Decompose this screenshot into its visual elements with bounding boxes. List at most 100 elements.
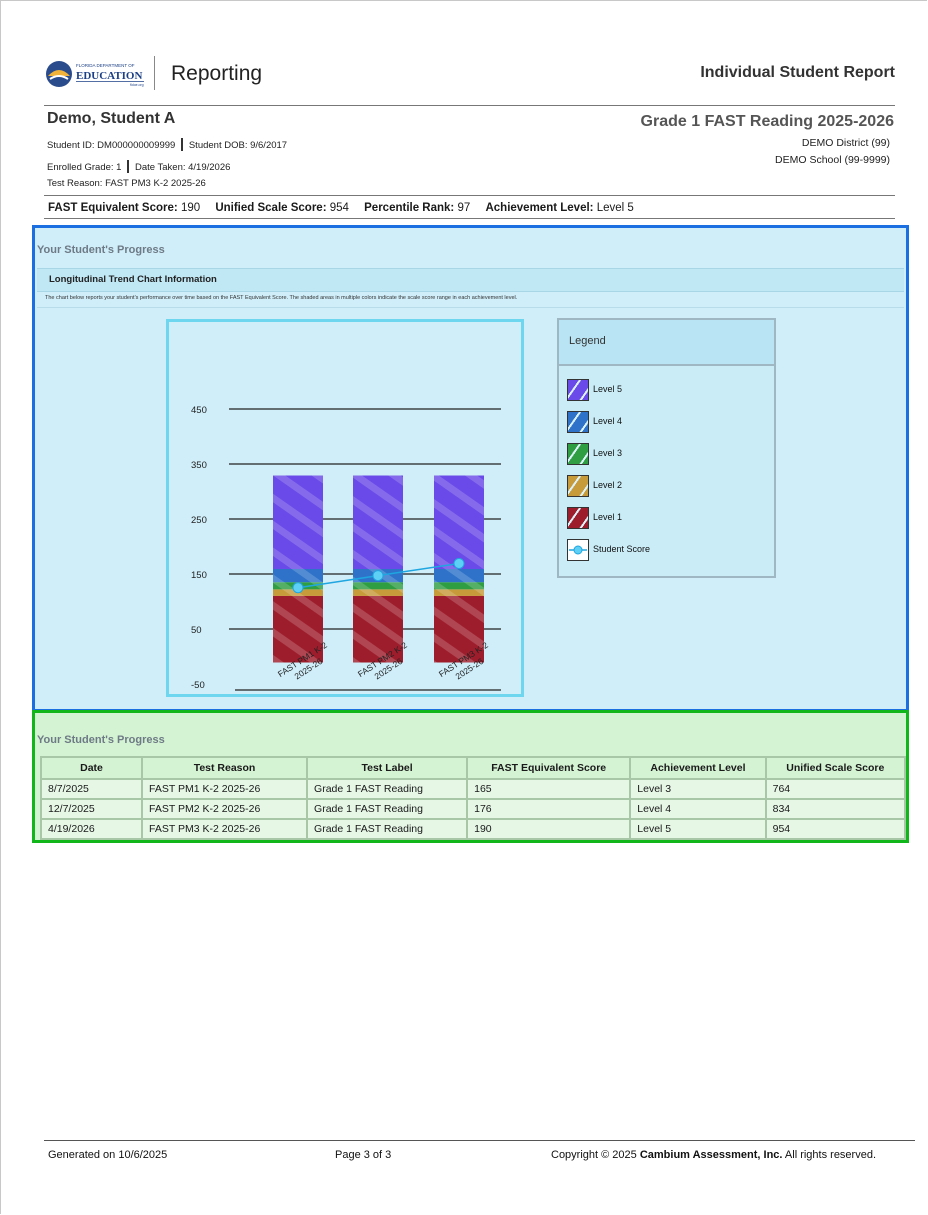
legend-swatch (567, 475, 589, 497)
cell-date: 4/19/2026 (39, 818, 144, 840)
legend-swatch (567, 411, 589, 433)
cell-date: 8/7/2025 (39, 778, 144, 800)
unified-score-value: 954 (329, 202, 349, 214)
legend-swatch (567, 379, 589, 401)
trend-chart-description: The chart below reports your student's p… (45, 295, 518, 301)
y-tick-label: 350 (191, 460, 207, 471)
trend-chart: 45035025015050-50FAST PM1 K-22025-26 FAST… (191, 405, 501, 691)
col-achievement-level: Achievement Level (629, 756, 767, 780)
progress-table-section: Your Student's Progress Date Test Reason… (32, 710, 909, 843)
table-row: 12/7/2025 FAST PM2 K-2 2025-26 Grade 1 F… (39, 798, 907, 820)
cell-test-reason: FAST PM3 K-2 2025-26 (141, 818, 309, 840)
logo-text-top: FLORIDA DEPARTMENT OF (76, 63, 135, 68)
divider (44, 195, 895, 196)
student-name: Demo, Student A (47, 110, 176, 127)
bar-hatch-overlay (273, 475, 323, 663)
legend-label: Level 3 (593, 448, 623, 458)
cell-fast-score: 190 (466, 818, 632, 840)
y-tick-label: 450 (191, 405, 207, 416)
unified-score-label: Unified Scale Score: (215, 202, 327, 214)
y-tick-label: 250 (191, 515, 207, 526)
table-header-row: Date Test Reason Test Label FAST Equival… (39, 756, 907, 780)
date-taken: Date Taken: 4/19/2026 (134, 162, 231, 173)
copyright-prefix: Copyright © 2025 (551, 1149, 640, 1161)
student-score-point (372, 570, 384, 582)
legend-label: Level 4 (593, 416, 623, 426)
divider (37, 307, 904, 308)
student-grade-line: Enrolled Grade: 1 Date Taken: 4/19/2026 (47, 160, 230, 173)
legend-label: Level 2 (593, 480, 623, 490)
progress-chart-section: Your Student's Progress Longitudinal Tre… (32, 225, 909, 712)
cell-test-reason: FAST PM1 K-2 2025-26 (141, 778, 309, 800)
y-tick-label: -50 (191, 680, 205, 691)
separator-bar (181, 138, 183, 151)
cell-test-label: Grade 1 FAST Reading (306, 778, 469, 800)
table-row: 8/7/2025 FAST PM1 K-2 2025-26 Grade 1 FA… (39, 778, 907, 800)
col-fast-score: FAST Equivalent Score (466, 756, 632, 780)
cell-achievement-level: Level 3 (629, 778, 767, 800)
logo-text-sub: fldoe.org (130, 83, 144, 87)
y-tick-label: 50 (191, 625, 202, 636)
cell-test-label: Grade 1 FAST Reading (306, 818, 469, 840)
legend-swatch (567, 507, 589, 529)
footer-divider (44, 1140, 915, 1141)
percentile-label: Percentile Rank: (364, 202, 455, 214)
fast-score-value: 190 (180, 202, 201, 214)
cell-fast-score: 165 (466, 778, 632, 800)
copyright: Copyright © 2025 Cambium Assessment, Inc… (551, 1149, 876, 1161)
chart-legend: Legend Level 5 Level 4 Level 3 Level 2 Level… (557, 318, 776, 578)
cell-date: 12/7/2025 (39, 798, 144, 820)
col-unified-score: Unified Scale Score (764, 756, 907, 780)
y-tick-label: 150 (191, 570, 207, 581)
score-summary: FAST Equivalent Score: 190 Unified Scale… (48, 202, 646, 214)
cell-achievement-level: Level 5 (629, 818, 767, 840)
legend-label: Level 5 (593, 384, 623, 394)
copyright-company: Cambium Assessment, Inc. (639, 1149, 783, 1161)
student-id-line: Student ID: DM000000009999 Student DOB: 9… (47, 138, 287, 151)
test-title: Grade 1 FAST Reading 2025-2026 (640, 113, 894, 130)
fldoe-logo: FLORIDA DEPARTMENT OF EDUCATION fldoe.or… (44, 58, 148, 90)
logo-text-main: EDUCATION (76, 70, 142, 82)
generated-date: Generated on 10/6/2025 (48, 1149, 168, 1161)
legend-swatch (567, 539, 589, 561)
report-header: FLORIDA DEPARTMENT OF EDUCATION fldoe.or… (44, 52, 895, 104)
legend-swatch (567, 443, 589, 465)
cell-test-reason: FAST PM2 K-2 2025-26 (141, 798, 309, 820)
app-title: Reporting (171, 62, 263, 85)
progress-table: Date Test Reason Test Label FAST Equival… (39, 756, 907, 840)
student-score-point (292, 582, 304, 594)
divider (44, 105, 895, 106)
trend-chart-info-title: Longitudinal Trend Chart Information (49, 274, 217, 285)
cell-achievement-level: Level 4 (629, 798, 767, 820)
achievement-label: Achievement Level: (485, 202, 594, 214)
report-title: Individual Student Report (700, 64, 895, 81)
bar-hatch-overlay (353, 475, 403, 663)
legend-title: Legend (569, 335, 606, 347)
cell-fast-score: 176 (466, 798, 632, 820)
legend-header: Legend (559, 320, 774, 366)
student-score-point (453, 558, 465, 569)
copyright-suffix: All rights reserved. (782, 1149, 877, 1161)
col-test-reason: Test Reason (141, 756, 309, 780)
trend-chart-frame: 450 350 250 150 50 -50 FAST PM1 K-22025-26 FAST… (166, 319, 524, 697)
cell-unified-score: 764 (764, 778, 907, 800)
separator-bar (127, 160, 129, 173)
school-name: DEMO School (99-9999) (775, 154, 890, 166)
logo-separator (154, 56, 155, 90)
cell-unified-score: 954 (764, 818, 907, 840)
test-reason: Test Reason: FAST PM3 K-2 2025-26 (47, 178, 206, 189)
progress-title: Your Student's Progress (37, 244, 165, 256)
col-date: Date (39, 756, 144, 780)
cell-unified-score: 834 (764, 798, 907, 820)
table-row: 4/19/2026 FAST PM3 K-2 2025-26 Grade 1 F… (39, 818, 907, 840)
legend-label: Level 1 (593, 512, 623, 522)
district-name: DEMO District (99) (801, 137, 890, 149)
student-dob: Student DOB: 9/6/2017 (188, 140, 288, 151)
cell-test-label: Grade 1 FAST Reading (306, 798, 469, 820)
legend-label: Student Score (593, 544, 651, 554)
percentile-value: 97 (457, 202, 471, 214)
trend-chart-info-header: Longitudinal Trend Chart Information (37, 268, 904, 292)
page-number: Page 3 of 3 (335, 1149, 392, 1161)
progress-table-title: Your Student's Progress (37, 734, 165, 746)
divider (44, 218, 895, 219)
